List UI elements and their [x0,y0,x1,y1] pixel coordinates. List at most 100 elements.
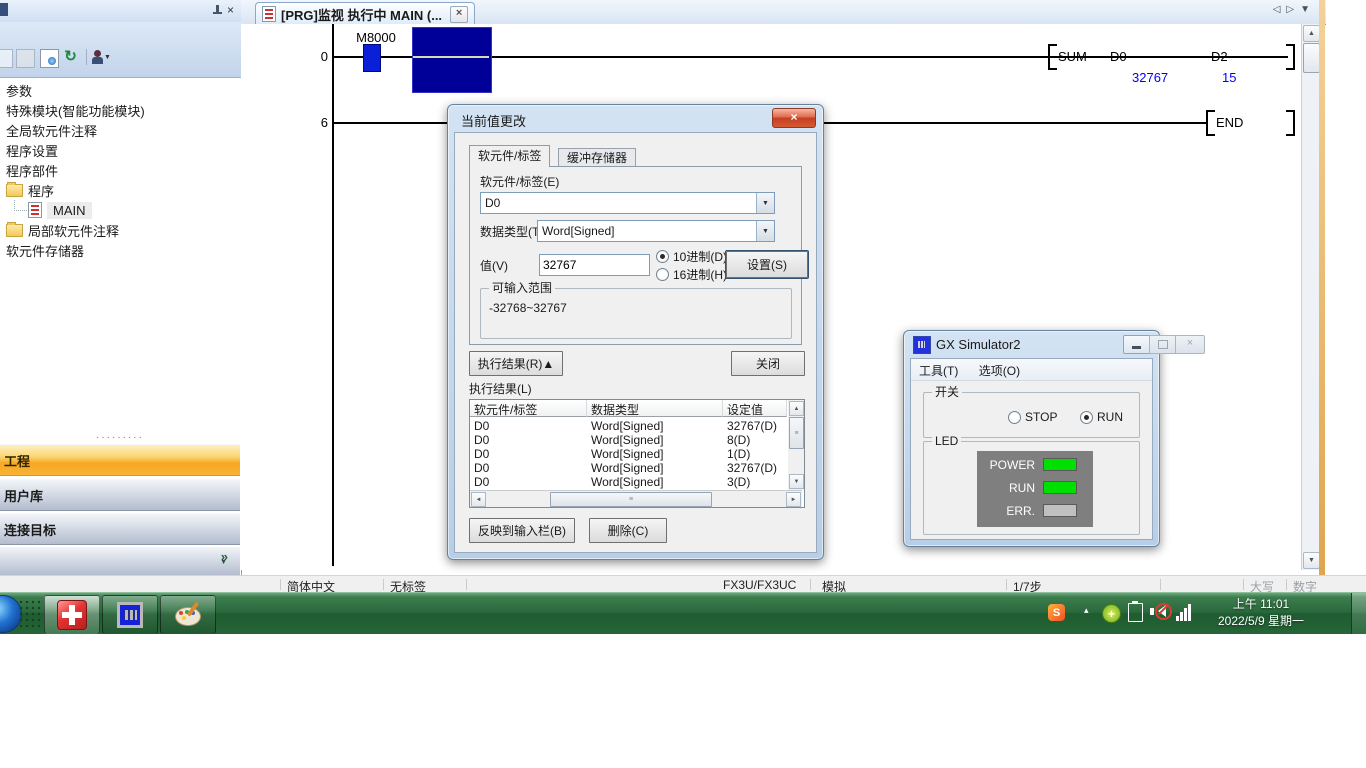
instruction-close-bracket [1286,110,1295,136]
menu-tools[interactable]: 工具(T) [911,359,966,382]
taskbar-app-gx-works2[interactable] [44,595,100,634]
tab-main-program[interactable]: [PRG]监视 执行中 MAIN (... × [255,2,475,25]
contact-m8000-on[interactable] [363,44,381,72]
cell[interactable]: 8(D) [723,433,787,447]
cell[interactable]: D0 [470,433,587,447]
scroll-right-icon[interactable]: ► [786,492,801,507]
close-button-disabled: × [1175,335,1205,354]
close-icon[interactable]: × [227,3,234,17]
copy-icon[interactable] [0,49,13,68]
radio-run[interactable]: RUN [1080,410,1123,424]
pin-icon[interactable] [212,5,223,16]
scroll-thumb[interactable] [1303,43,1320,73]
tab-scroll-arrows[interactable]: ◁▷▼ [1273,4,1316,15]
sogou-tray-icon[interactable]: S [1048,604,1065,621]
scroll-up-icon[interactable]: ▲ [1303,25,1320,42]
instruction-op[interactable]: SUM [1058,49,1087,64]
radio-stop[interactable]: STOP [1008,410,1057,424]
reflect-to-input-button[interactable]: 反映到输入栏(B) [469,518,575,543]
delete-button[interactable]: 删除(C) [589,518,667,543]
led-panel: POWER RUN ERR. [977,451,1093,527]
tab-device-label[interactable]: 软元件/标签 [469,145,550,167]
instruction-end[interactable]: END [1216,115,1243,130]
toolbar-separator [86,49,87,65]
table-hscrollbar[interactable]: ◄ ≡ ► [470,490,802,507]
scroll-down-icon[interactable]: ▼ [789,474,804,489]
cell[interactable]: D0 [470,475,587,489]
wire-through-cursor [413,56,489,58]
splitter-dots[interactable]: ········· [0,433,240,444]
data-type-combo[interactable]: Word[Signed] ▼ [537,220,775,242]
clipboard-tray-icon[interactable] [1128,603,1143,622]
cell[interactable]: 1(D) [723,447,787,461]
tree-item-device-memory[interactable]: 软元件存储器 [0,240,246,260]
col-header-device[interactable]: 软元件/标签 [470,400,587,417]
filter-user-icon[interactable]: ▼ [92,49,109,66]
cell[interactable]: D0 [470,419,587,433]
cell[interactable]: 32767(D) [723,461,787,475]
menu-options[interactable]: 选项(O) [971,359,1028,382]
gx-works2-icon [57,600,87,630]
cell[interactable]: D0 [470,461,587,475]
col-header-type[interactable]: 数据类型 [587,400,723,417]
tree-item-main[interactable]: MAIN [0,200,268,220]
tray-expand-icon[interactable]: ▴ [1084,605,1089,616]
edit-cursor-selection[interactable] [412,27,492,93]
device-combo[interactable]: D0 ▼ [480,192,775,214]
tree-item-special-module[interactable]: 特殊模块(智能功能模块) [0,100,246,120]
radio-hexadecimal[interactable]: 16进制(H) [656,266,727,283]
dialog-close-button[interactable]: × [772,108,816,128]
scroll-thumb[interactable]: ≡ [789,417,804,449]
navbar-user-library[interactable]: 用户库 [0,479,240,511]
antivirus-tray-icon[interactable]: + [1102,604,1121,623]
tree-item-parameters[interactable]: 参数 [0,80,246,100]
minimize-button[interactable] [1123,335,1151,354]
cell[interactable]: 3(D) [723,475,787,489]
taskbar-clock[interactable]: 上午 11:01 2022/5/9 星期一 [1200,596,1322,630]
navbar-project[interactable]: 工程 [0,444,240,476]
scroll-up-icon[interactable]: ▲ [789,401,804,416]
tree-item-pou[interactable]: 程序部件 [0,160,246,180]
tab-close-icon[interactable]: × [450,6,468,23]
navbar-connection[interactable]: 连接目标 [0,513,240,545]
instruction-arg2[interactable]: D2 [1211,49,1228,64]
cell[interactable]: Word[Signed] [587,447,723,461]
paste-icon[interactable] [16,49,35,68]
tree-item-program-setting[interactable]: 程序设置 [0,140,246,160]
radio-decimal[interactable]: 10进制(D) [656,248,727,265]
ladder-vscrollbar[interactable]: ▲ ▼ [1301,24,1320,570]
cell[interactable]: Word[Signed] [587,433,723,447]
cell[interactable]: 32767(D) [723,419,787,433]
tree-item-local-comment[interactable]: 局部软元件注释 [0,220,246,240]
set-button[interactable]: 设置(S) [726,251,808,278]
show-desktop-button[interactable] [1351,593,1366,634]
table-vscrollbar[interactable]: ▲ ≡ ▼ [788,400,804,490]
chevron-down-icon[interactable]: ▼ [756,193,774,213]
col-header-setvalue[interactable]: 设定值 [723,400,787,417]
scroll-left-icon[interactable]: ◄ [471,492,486,507]
navbar-overflow[interactable]: » ▼ [0,546,240,575]
cell[interactable]: Word[Signed] [587,461,723,475]
taskbar-app-gx-simulator2[interactable] [102,595,158,634]
chevron-down-icon[interactable]: ▼ [756,221,774,241]
network-signal-icon[interactable] [1176,602,1194,621]
scroll-thumb[interactable]: ≡ [550,492,712,507]
cell[interactable]: Word[Signed] [587,419,723,433]
cell[interactable]: Word[Signed] [587,475,723,489]
doc-info-icon[interactable] [40,49,59,68]
taskbar-app-paint[interactable] [160,595,216,634]
volume-muted-icon[interactable] [1150,602,1169,621]
tab-buffer-memory[interactable]: 缓冲存储器 [558,148,636,167]
tree-item-program[interactable]: 程序 [0,180,246,200]
scroll-down-icon[interactable]: ▼ [1303,552,1320,569]
value-input[interactable] [539,254,650,276]
exec-result-toggle-button[interactable]: 执行结果(R)▲ [469,351,563,376]
tree-item-global-comment[interactable]: 全局软元件注释 [0,120,246,140]
clock-time: 上午 11:01 [1200,596,1322,613]
simulator-app-icon [913,336,931,354]
gx-simulator2-window: GX Simulator2 × 工具(T) 选项(O) 开关 STOP RUN [903,330,1160,547]
refresh-icon[interactable]: ↻ [62,49,79,66]
instruction-arg1[interactable]: D0 [1110,49,1127,64]
cell[interactable]: D0 [470,447,587,461]
dialog-close-action-button[interactable]: 关闭 [731,351,805,376]
